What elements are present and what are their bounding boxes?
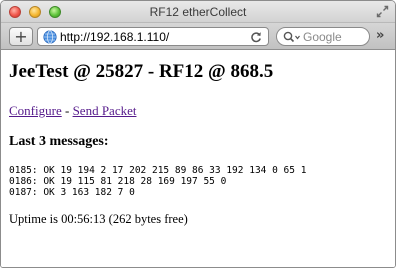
toolbar: + http://192.168.1.110/ » [1,23,395,50]
message-line: 0186: OK 19 115 81 218 28 169 197 55 0 [9,176,227,187]
magnifier-icon [283,31,300,43]
messages-list: 0185: OK 19 194 2 17 202 215 89 86 33 19… [9,165,387,198]
new-tab-button[interactable]: + [9,27,33,46]
reload-icon[interactable] [250,31,262,43]
url-text[interactable]: http://192.168.1.110/ [60,30,169,44]
message-line: 0187: OK 3 163 182 7 0 [9,187,135,198]
send-packet-link[interactable]: Send Packet [73,103,137,118]
configure-link[interactable]: Configure [9,103,62,118]
nav-links: Configure - Send Packet [9,103,387,119]
page-content: JeeTest @ 25827 - RF12 @ 868.5 Configure… [1,51,395,267]
message-line: 0185: OK 19 194 2 17 202 215 89 86 33 19… [9,165,307,176]
address-bar[interactable]: http://192.168.1.110/ [37,27,269,46]
messages-heading: Last 3 messages: [9,134,109,149]
uptime-status: Uptime is 00:56:13 (262 bytes free) [9,212,188,226]
window-title: RF12 etherCollect [149,5,247,19]
browser-window: RF12 etherCollect + http://192.168.1.110… [0,0,396,268]
page-heading: JeeTest @ 25827 - RF12 @ 868.5 [9,61,274,82]
link-separator: - [61,103,73,118]
search-input[interactable] [303,29,365,44]
globe-icon [43,30,57,44]
title-bar[interactable]: RF12 etherCollect [1,1,395,23]
overflow-chevron-icon[interactable]: » [376,28,384,43]
fullscreen-arrows-icon[interactable] [376,5,389,18]
search-field[interactable] [276,27,370,46]
